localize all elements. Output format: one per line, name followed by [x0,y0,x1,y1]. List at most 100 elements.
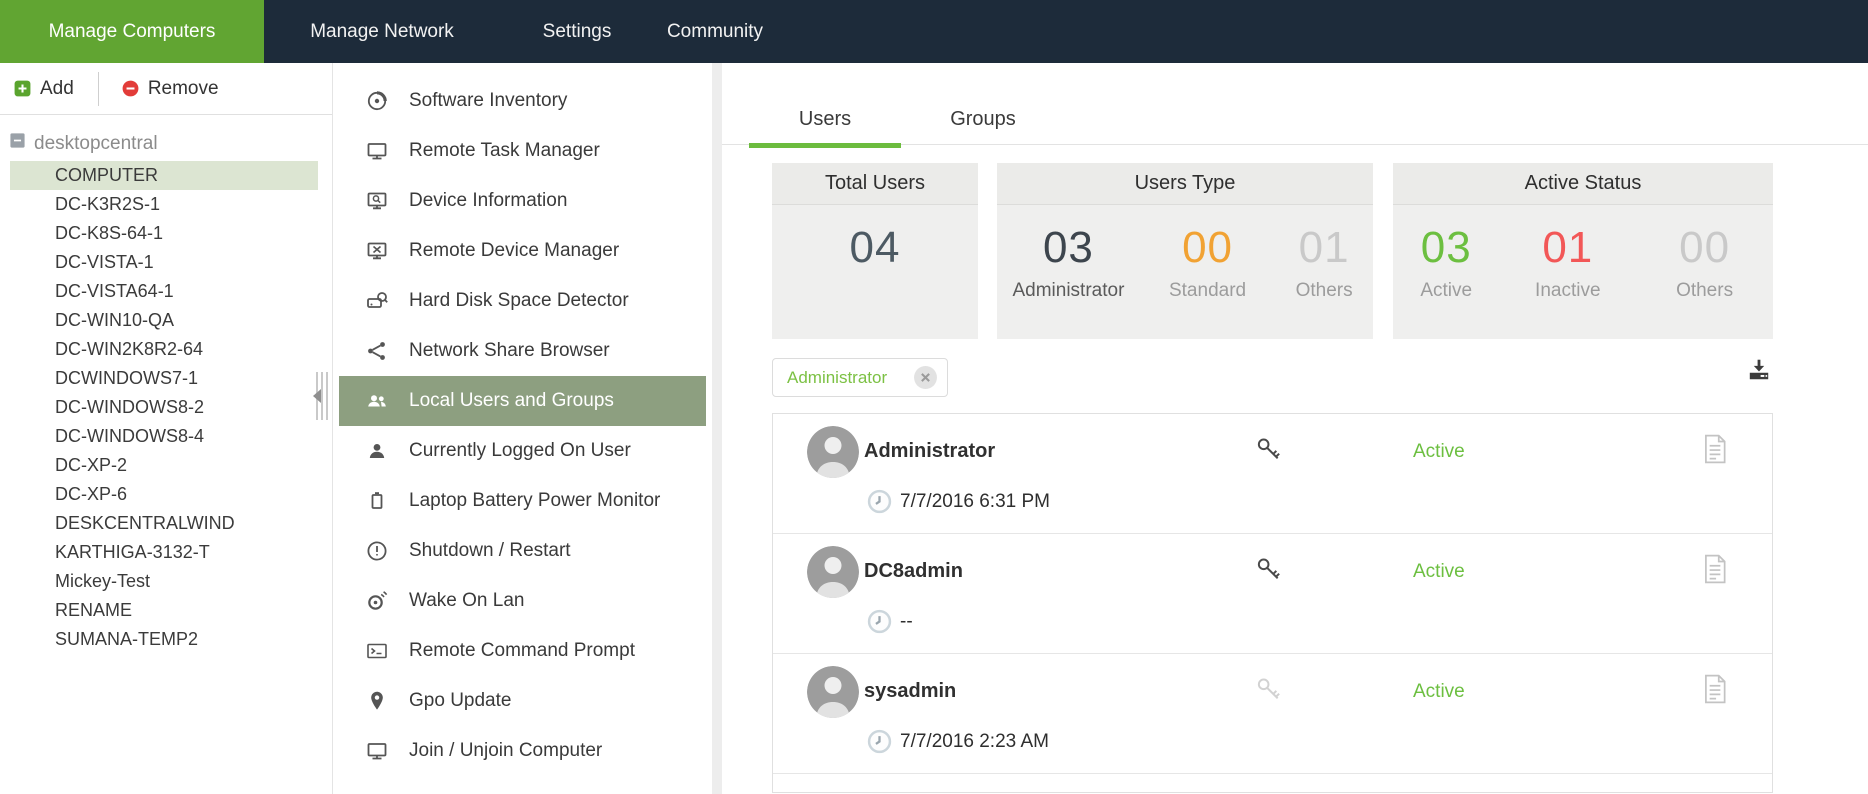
desktop-central-window: Manage Computers Manage Network Settings Co… [0,0,1868,794]
tools-menu-scrollbar[interactable] [712,63,722,794]
tree-item-computer[interactable]: COMPUTER [10,161,318,190]
menu-item-label: Remote Command Prompt [409,640,635,662]
list-partial-row [773,774,1772,790]
menu-item-label: Network Share Browser [409,340,610,362]
menu-item-remote-task-manager[interactable]: Remote Task Manager [339,126,706,176]
key-icon[interactable] [1253,675,1285,707]
user-row-dc8admin[interactable]: DC8admin Active -- [773,534,1772,654]
monitor-icon [365,739,389,763]
stat-value: 00 [1679,225,1730,271]
remove-button[interactable]: Remove [121,78,219,100]
computers-sidebar: Add Remove desktopcentral COMPUTERDC-K3R… [0,63,332,794]
menu-item-local-users-and-groups[interactable]: Local Users and Groups [339,376,706,426]
menu-item-laptop-battery-power-monitor[interactable]: Laptop Battery Power Monitor [339,476,706,526]
stat-label: Standard [1169,280,1246,302]
user-row-sysadmin[interactable]: sysadminActive7/7/2016 2:23 AM [773,654,1772,774]
tab-groups-label: Groups [950,108,1016,131]
monitor-icon [365,139,389,163]
power-alert-icon [365,539,389,563]
report-document-icon[interactable] [1702,434,1728,469]
stat-value: 01 [1542,225,1593,271]
tree-root-node[interactable]: desktopcentral [0,129,332,158]
report-document-icon[interactable] [1702,554,1728,589]
menu-item-wake-on-lan[interactable]: Wake On Lan [339,576,706,626]
user-status: Active [1413,561,1465,583]
menu-item-gpo-update[interactable]: Gpo Update [339,676,706,726]
user-name: DC8admin [864,560,963,583]
menu-item-software-inventory[interactable]: Software Inventory [339,76,706,126]
user-icon [365,439,389,463]
users-type-title: Users Type [997,163,1373,205]
stat-value: 01 [1299,225,1350,271]
tree-item-rename[interactable]: RENAME [10,596,318,625]
monitor-search-icon [365,189,389,213]
tree-item-dcwindows7-1[interactable]: DCWINDOWS7-1 [10,364,318,393]
tree-item-mickey-test[interactable]: Mickey-Test [10,567,318,596]
disc-icon [365,89,389,113]
key-icon[interactable] [1253,555,1285,587]
key-icon[interactable] [1253,435,1285,467]
menu-item-shutdown-restart[interactable]: Shutdown / Restart [339,526,706,576]
report-document-icon[interactable] [1702,674,1728,709]
user-status: Active [1413,681,1465,703]
menu-item-label: Remote Device Manager [409,240,619,262]
user-row-administrator[interactable]: AdministratorActive7/7/2016 6:31 PM [773,414,1772,534]
user-status: Active [1413,441,1465,463]
share-icon [365,339,389,363]
nav-tab-label: Settings [543,21,612,43]
user-avatar-icon [807,666,859,718]
collapse-minus-icon[interactable] [9,132,26,155]
nav-tab-community[interactable]: Community [653,0,777,63]
pin-icon [365,689,389,713]
tree-item-karthiga-3132-t[interactable]: KARTHIGA-3132-T [10,538,318,567]
menu-item-label: Shutdown / Restart [409,540,571,562]
nav-tab-settings[interactable]: Settings [529,0,626,63]
stat-value: 00 [1182,225,1233,271]
add-button-label: Add [40,78,74,100]
stat-others: 00Others [1636,205,1773,302]
tree-item-deskcentralwind[interactable]: DESKCENTRALWIND [10,509,318,538]
export-button[interactable] [1746,357,1772,388]
last-logon-time: -- [900,611,913,633]
stat-label: Inactive [1535,280,1600,302]
tree-item-sumana-temp2[interactable]: SUMANA-TEMP2 [10,625,318,654]
tree-item-dc-windows8-2[interactable]: DC-WINDOWS8-2 [10,393,318,422]
nav-tab-manage-computers[interactable]: Manage Computers [0,0,264,63]
tools-menu-panel: Software InventoryRemote Task ManagerDev… [333,63,712,794]
menu-item-hard-disk-space-detector[interactable]: Hard Disk Space Detector [339,276,706,326]
tree-item-dc-win10-qa[interactable]: DC-WIN10-QA [10,306,318,335]
stat-label: Others [1296,280,1353,302]
menu-item-remote-command-prompt[interactable]: Remote Command Prompt [339,626,706,676]
stat-inactive: 01 Inactive [1499,205,1636,302]
local-users-content: Users Groups Total Users 04 Users Type 0… [722,63,1868,794]
tree-item-dc-k8s-64-1[interactable]: DC-K8S-64-1 [10,219,318,248]
menu-item-currently-logged-on-user[interactable]: Currently Logged On User [339,426,706,476]
tab-groups[interactable]: Groups [926,93,1040,145]
menu-item-device-information[interactable]: Device Information [339,176,706,226]
add-button[interactable]: Add [13,78,74,100]
menu-item-label: Laptop Battery Power Monitor [409,490,660,512]
disk-search-icon [365,289,389,313]
panel-collapse-handle[interactable] [316,372,331,420]
close-icon[interactable] [913,365,938,390]
tree-item-dc-win2k8r2-64[interactable]: DC-WIN2K8R2-64 [10,335,318,364]
battery-icon [365,489,389,513]
tree-item-dc-k3r2s-1[interactable]: DC-K3R2S-1 [10,190,318,219]
menu-item-network-share-browser[interactable]: Network Share Browser [339,326,706,376]
add-icon [13,79,32,98]
menu-item-remote-device-manager[interactable]: Remote Device Manager [339,226,706,276]
clock-icon [867,729,892,754]
tree-item-dc-vista64-1[interactable]: DC-VISTA64-1 [10,277,318,306]
tab-users[interactable]: Users [749,93,901,145]
toolbar-divider [98,72,99,106]
tree-item-dc-xp-6[interactable]: DC-XP-6 [10,480,318,509]
menu-item-join-unjoin-computer[interactable]: Join / Unjoin Computer [339,726,706,776]
nav-tab-manage-network[interactable]: Manage Network [296,0,468,63]
menu-item-label: Hard Disk Space Detector [409,290,629,312]
filter-chip-label: Administrator [787,368,913,388]
tree-item-dc-xp-2[interactable]: DC-XP-2 [10,451,318,480]
tree-item-dc-vista-1[interactable]: DC-VISTA-1 [10,248,318,277]
filter-chip-administrator[interactable]: Administrator [772,358,948,397]
download-icon [1746,357,1772,388]
tree-item-dc-windows8-4[interactable]: DC-WINDOWS8-4 [10,422,318,451]
